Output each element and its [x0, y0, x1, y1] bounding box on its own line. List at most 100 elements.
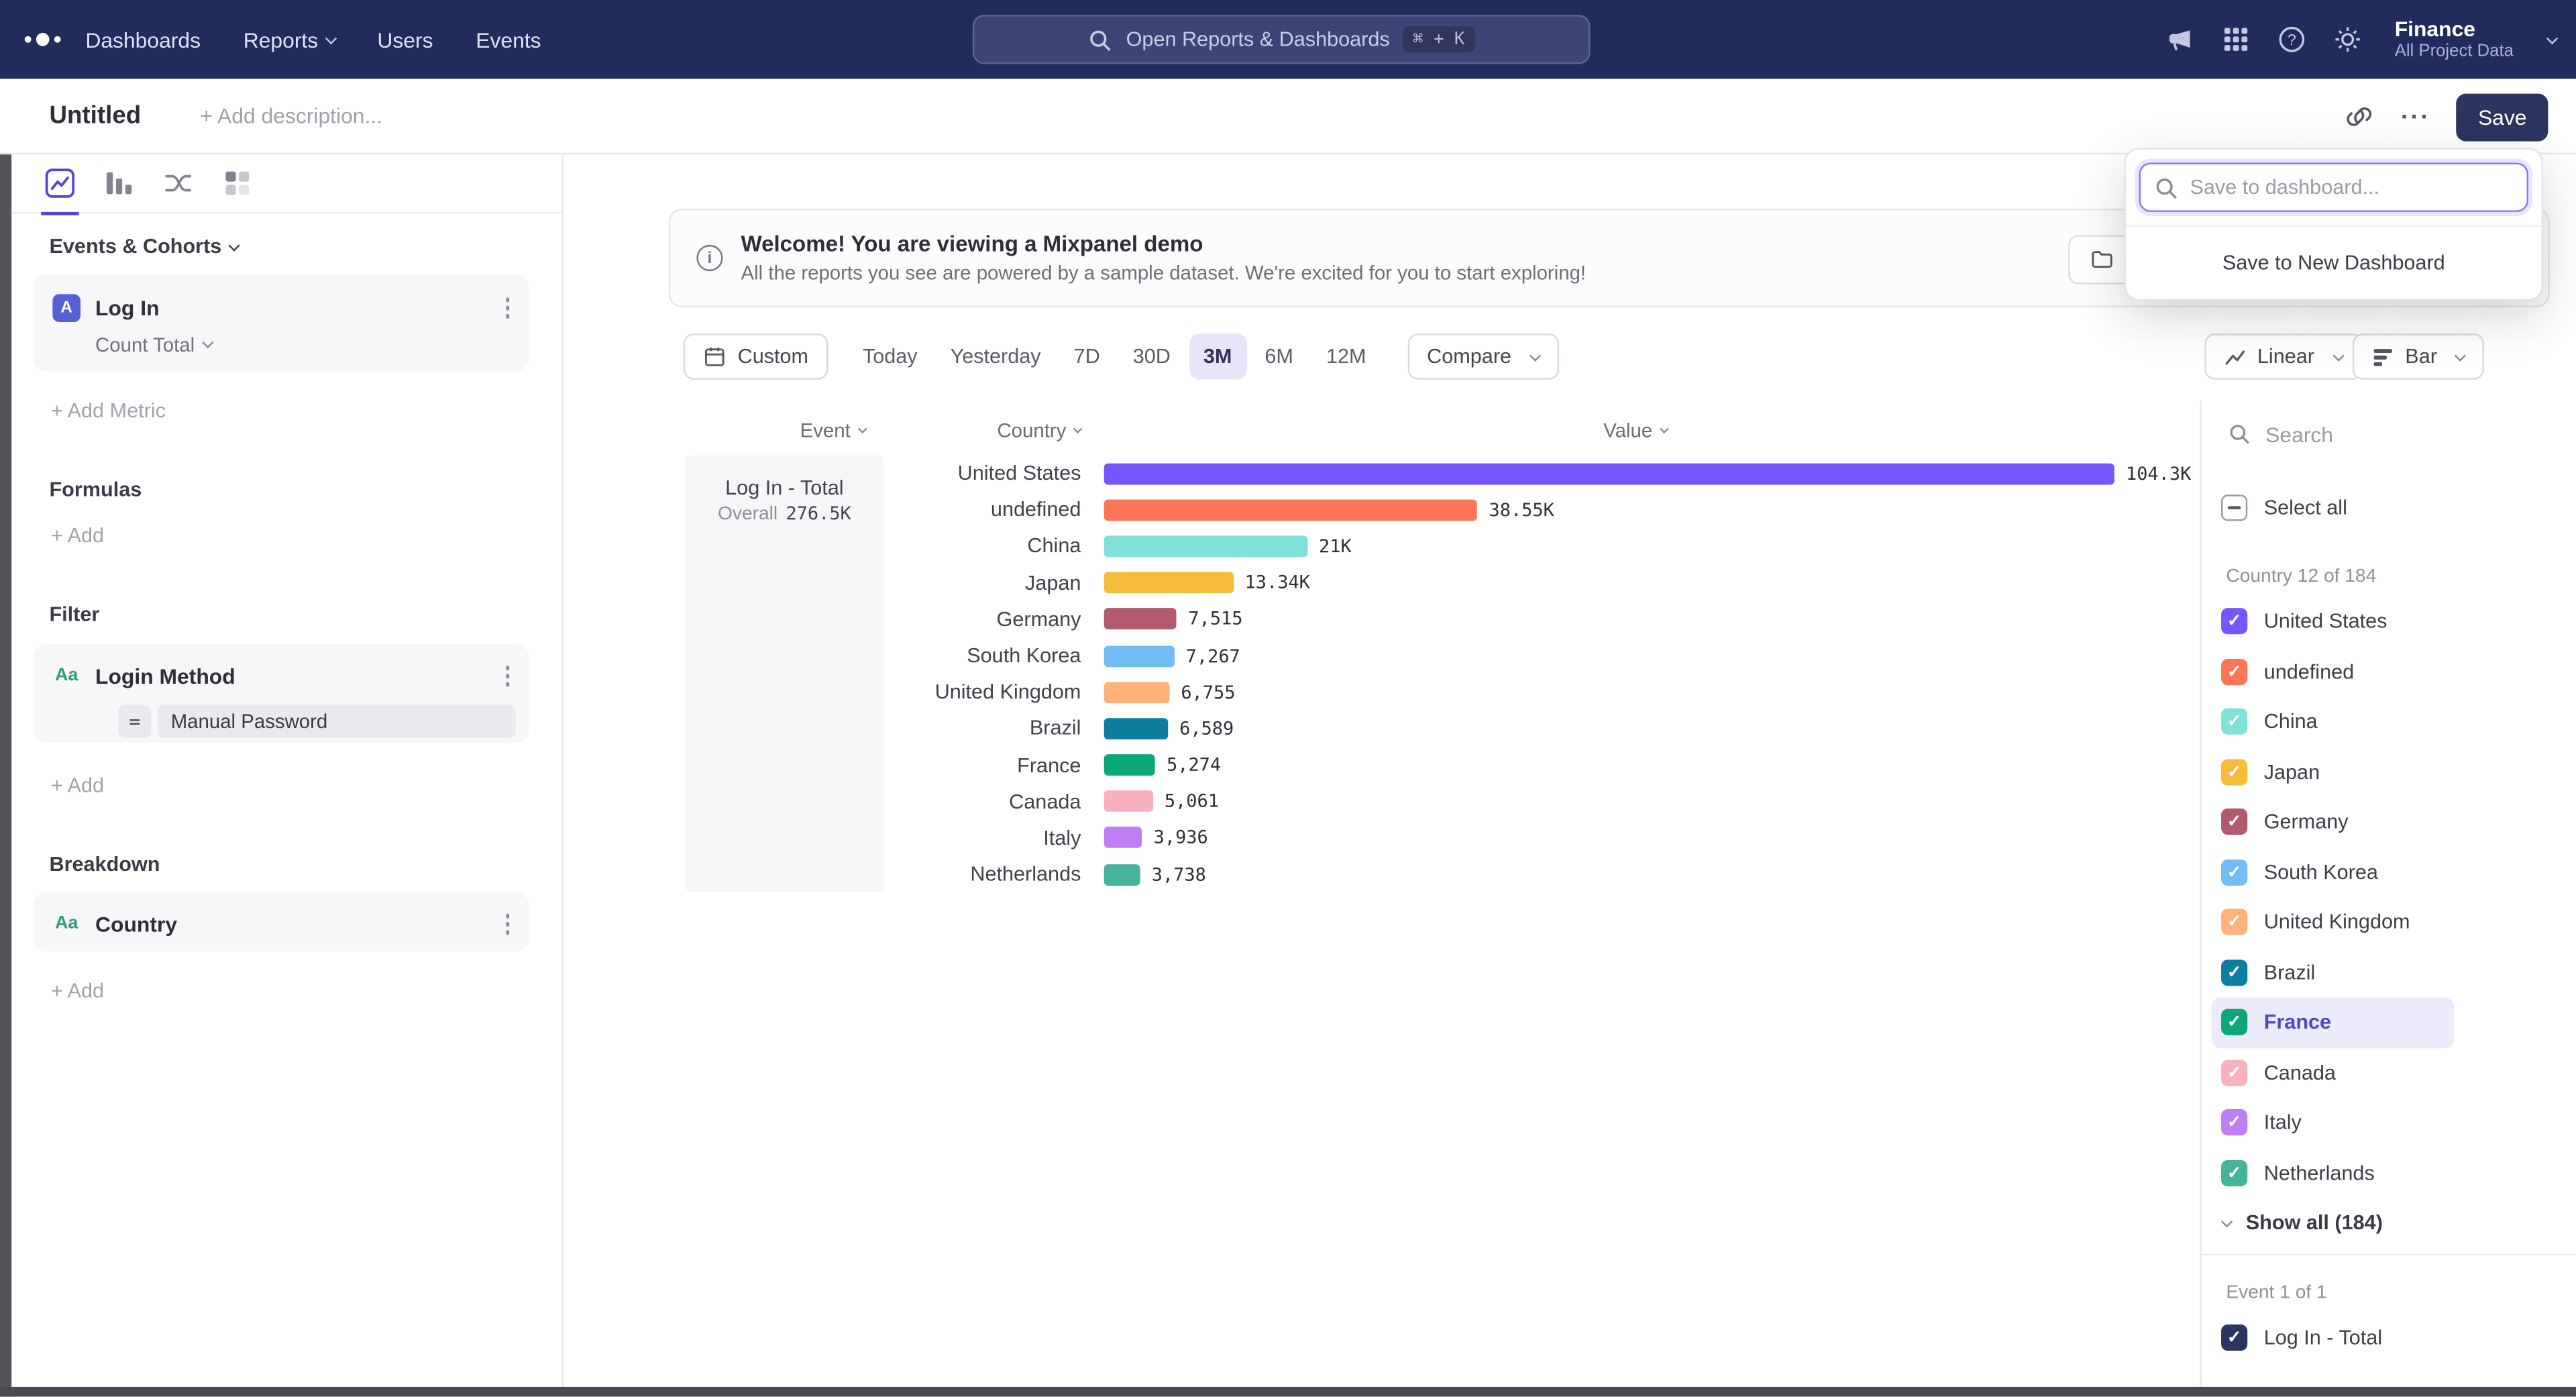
- preset-3m[interactable]: 3M: [1189, 333, 1247, 380]
- bar-italy[interactable]: [1104, 827, 1142, 849]
- chart-row: South Korea7,267: [884, 637, 2192, 674]
- custom-date-button[interactable]: Custom: [684, 333, 828, 380]
- megaphone-icon[interactable]: [2165, 25, 2194, 54]
- bar-united-states[interactable]: [1104, 463, 2114, 484]
- kebab-menu-icon[interactable]: [502, 659, 513, 692]
- chevron-down-icon: [2455, 349, 2467, 360]
- filter-item-united-kingdom[interactable]: United Kingdom: [2211, 897, 2454, 947]
- nav-reports[interactable]: Reports: [244, 27, 335, 52]
- checkbox-checked-icon[interactable]: [2221, 759, 2247, 785]
- bar-france[interactable]: [1104, 754, 1155, 776]
- event-name[interactable]: Log In: [95, 295, 502, 320]
- settings-gear-icon[interactable]: [2332, 25, 2362, 54]
- filter-item-canada[interactable]: Canada: [2211, 1047, 2454, 1098]
- segment-search-input[interactable]: Search: [2228, 414, 2553, 454]
- bar-japan[interactable]: [1104, 572, 1234, 594]
- column-header-country[interactable]: Country: [884, 419, 1081, 442]
- preset-12m[interactable]: 12M: [1311, 333, 1381, 380]
- filter-item-france[interactable]: France: [2211, 998, 2454, 1048]
- preset-30d[interactable]: 30D: [1118, 333, 1185, 380]
- tab-insights[interactable]: [44, 154, 76, 213]
- tab-flows[interactable]: [162, 154, 194, 213]
- add-filter-button[interactable]: + Add: [51, 774, 104, 796]
- bar-united-kingdom[interactable]: [1104, 682, 1169, 703]
- checkbox-checked-icon[interactable]: [2221, 960, 2247, 986]
- preset-7d[interactable]: 7D: [1059, 333, 1115, 380]
- breakdown-property-name[interactable]: Country: [95, 912, 502, 937]
- compare-button[interactable]: Compare: [1407, 333, 1559, 380]
- bar-brazil[interactable]: [1104, 718, 1168, 739]
- filter-value[interactable]: Manual Password: [158, 704, 516, 737]
- checkbox-checked-icon[interactable]: [2221, 1009, 2247, 1035]
- aggregation-selector[interactable]: Count Total: [95, 333, 529, 356]
- filter-item-united-states[interactable]: United States: [2211, 597, 2454, 647]
- checkbox-checked-icon[interactable]: [2221, 1059, 2247, 1086]
- checkbox-checked-icon[interactable]: [2221, 1110, 2247, 1136]
- filter-item-netherlands[interactable]: Netherlands: [2211, 1148, 2454, 1198]
- filter-item-undefined[interactable]: undefined: [2211, 647, 2454, 697]
- filter-item-south-korea[interactable]: South Korea: [2211, 847, 2454, 897]
- nav-users[interactable]: Users: [377, 27, 433, 52]
- kebab-menu-icon[interactable]: [502, 907, 513, 941]
- filter-property-name[interactable]: Login Method: [95, 664, 502, 688]
- add-breakdown-button[interactable]: + Add: [51, 980, 104, 1002]
- filter-item-china[interactable]: China: [2211, 696, 2454, 747]
- bar-china[interactable]: [1104, 535, 1307, 557]
- checkbox-checked-icon[interactable]: [2221, 859, 2247, 885]
- save-to-new-dashboard-option[interactable]: Save to New Dashboard: [2139, 227, 2528, 299]
- global-search-button[interactable]: Open Reports & Dashboards ⌘ + K: [973, 15, 1591, 64]
- checkbox-checked-icon[interactable]: [2221, 1159, 2247, 1186]
- horizontal-scrollbar[interactable]: [0, 1387, 2576, 1397]
- filter-item-label: United States: [2264, 610, 2387, 633]
- chart-type-button[interactable]: Bar: [2353, 333, 2485, 380]
- bar-undefined[interactable]: [1104, 499, 1478, 521]
- bar-value: 3,936: [1154, 827, 1208, 849]
- bar-netherlands[interactable]: [1104, 864, 1140, 885]
- filter-item-log-in-total[interactable]: Log In - Total: [2211, 1313, 2454, 1363]
- checkbox-checked-icon[interactable]: [2221, 658, 2247, 684]
- filter-item-italy[interactable]: Italy: [2211, 1098, 2454, 1148]
- filter-operator[interactable]: =: [118, 704, 151, 737]
- bar-germany[interactable]: [1104, 609, 1177, 630]
- nav-events[interactable]: Events: [476, 27, 541, 52]
- more-options-icon[interactable]: [2401, 103, 2430, 131]
- copy-link-icon[interactable]: [2345, 102, 2375, 132]
- preset-today[interactable]: Today: [848, 333, 932, 380]
- apps-grid-icon[interactable]: [2220, 25, 2250, 54]
- project-switcher[interactable]: Finance All Project Data: [2395, 17, 2514, 62]
- nav-dashboards[interactable]: Dashboards: [85, 27, 201, 52]
- mixpanel-logo-icon[interactable]: [0, 33, 85, 46]
- preset-yesterday[interactable]: Yesterday: [936, 333, 1056, 380]
- tab-funnels[interactable]: [103, 154, 135, 213]
- column-header-value[interactable]: Value: [1603, 419, 1667, 442]
- bar-south-korea[interactable]: [1104, 645, 1175, 666]
- checkbox-checked-icon[interactable]: [2221, 609, 2247, 635]
- save-button[interactable]: Save: [2457, 93, 2548, 140]
- category-label: Italy: [884, 827, 1081, 849]
- vertical-scrollbar[interactable]: [0, 154, 11, 1396]
- select-all-row[interactable]: Select all: [2221, 488, 2576, 527]
- checkbox-checked-icon[interactable]: [2221, 1325, 2247, 1351]
- tab-retention[interactable]: [222, 154, 254, 213]
- filter-item-germany[interactable]: Germany: [2211, 797, 2454, 847]
- kebab-menu-icon[interactable]: [502, 291, 513, 324]
- filter-item-brazil[interactable]: Brazil: [2211, 947, 2454, 998]
- help-icon[interactable]: ?: [2276, 25, 2306, 54]
- add-formula-button[interactable]: + Add: [51, 524, 104, 547]
- preset-6m[interactable]: 6M: [1250, 333, 1308, 380]
- checkbox-checked-icon[interactable]: [2221, 709, 2247, 735]
- checkbox-checked-icon[interactable]: [2221, 809, 2247, 835]
- show-all-button[interactable]: Show all (184): [2202, 1198, 2576, 1247]
- add-metric-button[interactable]: + Add Metric: [51, 399, 166, 422]
- line-scale-button[interactable]: Linear: [2205, 333, 2362, 380]
- save-dashboard-input[interactable]: [2139, 162, 2528, 211]
- add-description-field[interactable]: + Add description...: [200, 103, 382, 128]
- report-title[interactable]: Untitled: [49, 102, 141, 130]
- column-header-event[interactable]: Event: [800, 419, 865, 442]
- filter-item-japan[interactable]: Japan: [2211, 747, 2454, 797]
- category-label: United States: [884, 462, 1081, 484]
- events-section-header[interactable]: Events & Cohorts: [49, 235, 237, 258]
- select-all-checkbox[interactable]: [2221, 495, 2247, 521]
- checkbox-checked-icon[interactable]: [2221, 909, 2247, 935]
- bar-canada[interactable]: [1104, 791, 1153, 813]
